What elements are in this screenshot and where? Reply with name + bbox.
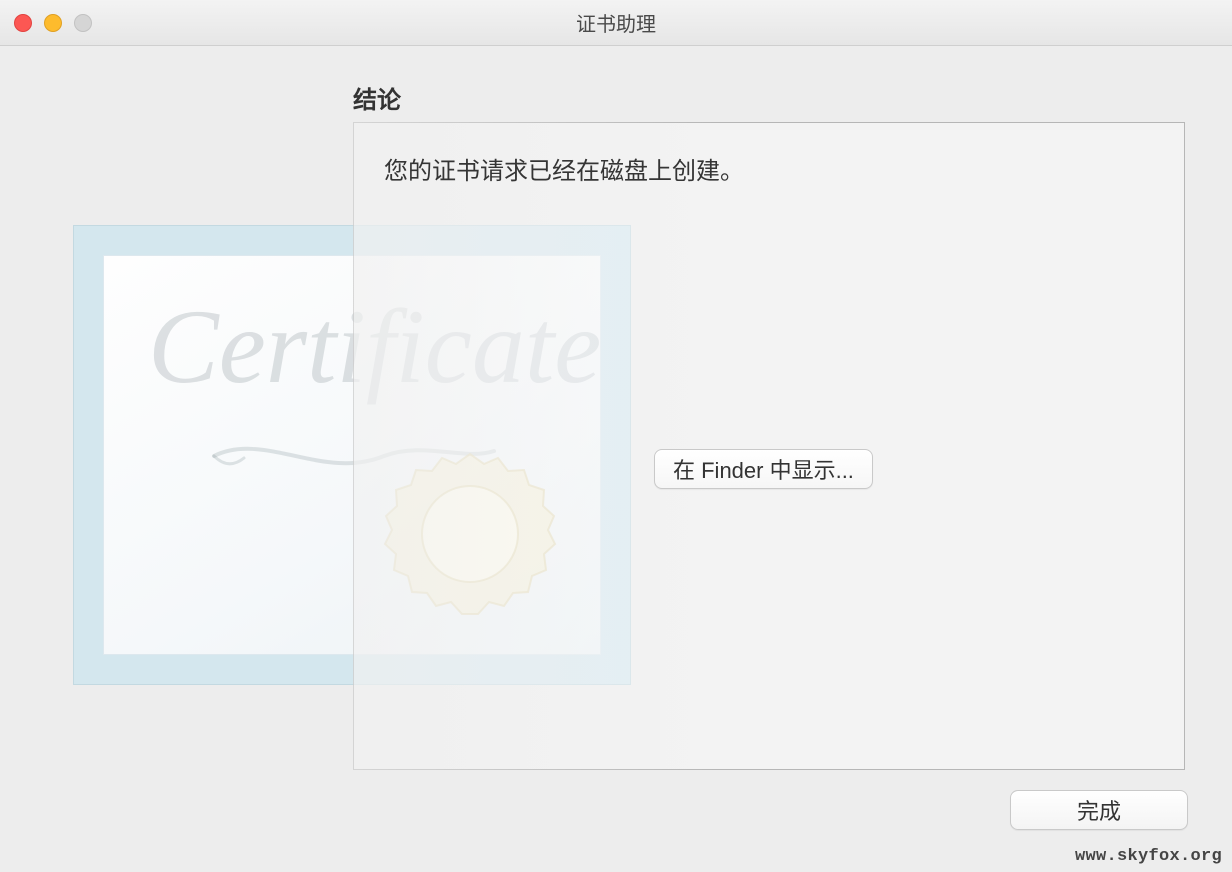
traffic-lights [14,14,92,32]
watermark-text: www.skyfox.org [1075,847,1222,866]
close-icon[interactable] [14,14,32,32]
done-label: 完成 [1077,794,1121,826]
window-title: 证书助理 [576,8,656,37]
show-in-finder-button[interactable]: 在 Finder 中显示... [654,449,873,489]
page-title: 结论 [353,80,401,115]
minimize-icon[interactable] [44,14,62,32]
content-panel: 您的证书请求已经在磁盘上创建。 在 Finder 中显示... [353,122,1185,770]
zoom-icon [74,14,92,32]
status-message: 您的证书请求已经在磁盘上创建。 [384,151,744,186]
window-titlebar: 证书助理 [0,0,1232,46]
show-in-finder-label: 在 Finder 中显示... [673,453,854,485]
done-button[interactable]: 完成 [1010,790,1188,830]
